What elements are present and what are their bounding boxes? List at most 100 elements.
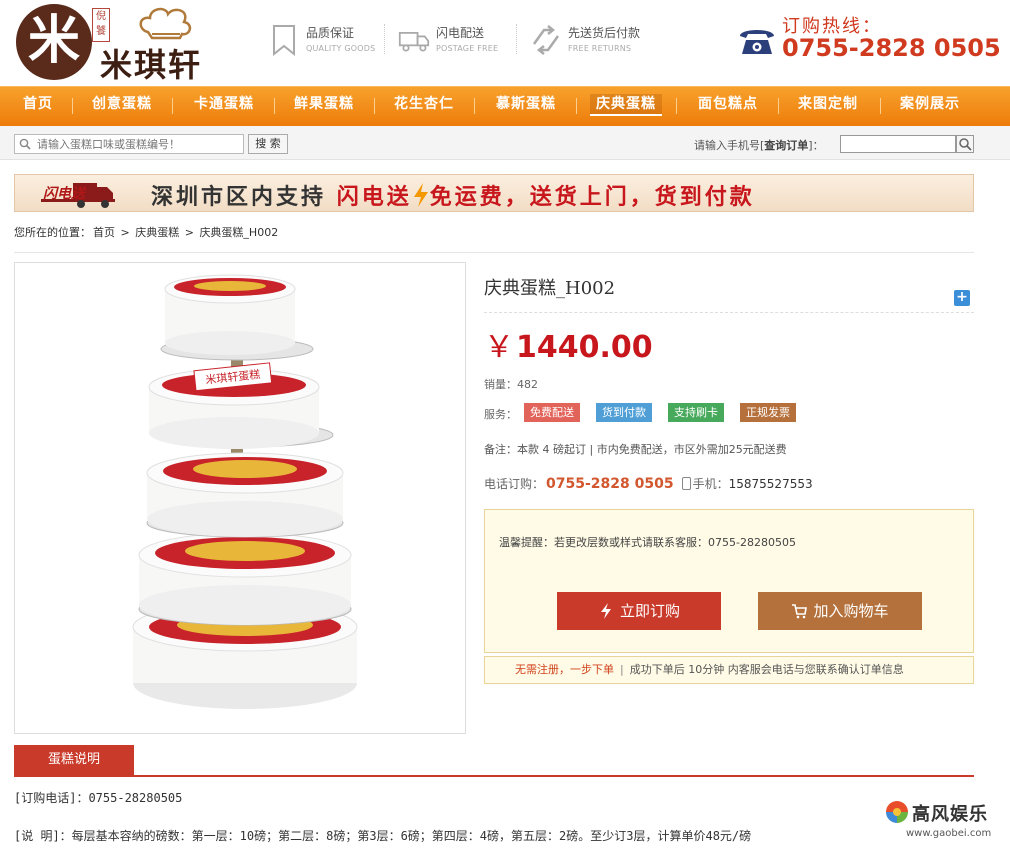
- service-tag-invoice: 正规发票: [740, 403, 796, 422]
- chef-hat-icon: [139, 7, 192, 40]
- telephone-icon: [740, 30, 774, 54]
- mobile-number: 15875527553: [728, 477, 813, 491]
- feature-subtitle: POSTAGE FREE: [436, 44, 499, 53]
- nav-divider: [676, 98, 677, 114]
- feature-title: 品质保证: [306, 26, 355, 40]
- banner-text: 深圳市区内支持 闪电送 免运费，送货上门，货到付款: [151, 183, 755, 210]
- search-icon: [959, 138, 972, 151]
- nav-item-mousse[interactable]: 慕斯蛋糕: [486, 87, 566, 125]
- watermark-url: www.gaobei.com: [906, 828, 992, 839]
- nav-divider: [880, 98, 881, 114]
- order-query-label: 请输入手机号[查询订单]：: [694, 139, 824, 152]
- nav-item-cases[interactable]: 案例展示: [890, 87, 970, 125]
- nav-item-cartoon[interactable]: 卡通蛋糕: [184, 87, 264, 125]
- main-nav: 首页 创意蛋糕 卡通蛋糕 鲜果蛋糕 花生杏仁 慕斯蛋糕 庆典蛋糕 面包糕点 来图…: [0, 86, 1010, 126]
- service-tag-cod: 货到付款: [596, 403, 652, 422]
- watermark-text: 高风娱乐: [912, 804, 988, 825]
- feature-subtitle: QUALITY GOODS: [306, 44, 376, 53]
- nav-divider: [374, 98, 375, 114]
- feature-title: 闪电配送: [436, 26, 485, 40]
- product-title: 庆典蛋糕_H002: [484, 278, 616, 299]
- hotline: 订购热线： 0755-2828 0505: [738, 12, 1001, 68]
- hotline-number: 0755-2828 0505: [782, 34, 1001, 62]
- nav-divider: [474, 98, 475, 114]
- phone-label: 电话订购：: [484, 477, 545, 491]
- search-field[interactable]: [14, 134, 244, 154]
- lightning-icon: [413, 183, 428, 207]
- order-box: 温馨提醒：若更改层数或样式请联系客服：0755-28280505 立即订购 加入…: [484, 509, 974, 653]
- breadcrumb-current: 庆典蛋糕_H002: [199, 226, 279, 239]
- nav-divider: [274, 98, 275, 114]
- breadcrumb-home[interactable]: 首页: [93, 226, 115, 239]
- breadcrumb-prefix: 您所在的位置：: [14, 226, 91, 239]
- nav-divider: [172, 98, 173, 114]
- no-register-text: 无需注册，一步下单: [515, 663, 614, 676]
- divider: [484, 312, 974, 313]
- mobile-label: 手机：: [692, 477, 729, 491]
- breadcrumb-separator: >: [184, 226, 194, 239]
- feature-payment: 先送货后付款 FREE RETURNS: [530, 20, 670, 60]
- tab-cake-description[interactable]: 蛋糕说明: [14, 745, 134, 775]
- feature-subtitle: FREE RETURNS: [568, 44, 632, 53]
- description-phone: [订购电话]：0755-28280505: [14, 791, 183, 805]
- nav-item-custom[interactable]: 来图定制: [788, 87, 868, 125]
- logo-stamp: 倪饕: [92, 8, 110, 42]
- order-note-bar: 无需注册，一步下单 | 成功下单后 10分钟 内客服会电话与您联系确认订单信息: [484, 656, 974, 684]
- truck-text: 闪电送: [43, 186, 85, 202]
- sales-count: 销量：482: [484, 378, 538, 391]
- product-image[interactable]: 米琪轩蛋糕: [14, 262, 466, 734]
- buy-now-button[interactable]: 立即订购: [557, 592, 721, 630]
- nav-item-bread[interactable]: 面包糕点: [688, 87, 768, 125]
- product-note: 备注：本款 4 磅起订 | 市内免费配送，市区外需加25元配送费: [484, 443, 787, 456]
- header: 米 倪饕 米琪轩 品质保证 QUALITY GOODS 闪电配送 POSTAGE…: [0, 0, 1010, 86]
- callback-text: 成功下单后 10分钟 内客服会电话与您联系确认订单信息: [629, 663, 904, 676]
- details-tabs: 蛋糕说明: [14, 745, 974, 777]
- nav-item-fruit[interactable]: 鲜果蛋糕: [284, 87, 364, 125]
- nav-divider: [778, 98, 779, 114]
- product-price: ￥1440.00: [484, 330, 653, 365]
- order-phone: 0755-2828 0505: [546, 476, 674, 492]
- cake-image: 米琪轩蛋糕: [132, 274, 358, 709]
- nav-divider: [72, 98, 73, 114]
- feature-delivery: 闪电配送 POSTAGE FREE: [398, 20, 518, 60]
- mobile-icon: [681, 477, 691, 490]
- service-tag-card: 支持刷卡: [668, 403, 724, 422]
- search-bar: 搜 索 请输入手机号[查询订单]：: [0, 126, 1010, 160]
- watermark: 高风娱乐 www.gaobei.com: [882, 798, 1006, 844]
- delivery-truck-logo: 闪电送: [41, 179, 117, 209]
- divider: [14, 252, 974, 253]
- cart-icon: [792, 604, 808, 619]
- description-text: [说 明]：每层基本容纳的磅数：第一层：10磅；第二层：8磅；第3层：6磅；第四…: [14, 829, 752, 843]
- breadcrumb-separator: >: [120, 226, 130, 239]
- lightning-icon: [600, 603, 611, 619]
- feature-title: 先送货后付款: [568, 26, 641, 40]
- refresh-icon: [532, 25, 560, 55]
- breadcrumb-category[interactable]: 庆典蛋糕: [135, 226, 179, 239]
- feature-divider: [516, 24, 517, 54]
- nav-item-celebration[interactable]: 庆典蛋糕: [586, 87, 666, 125]
- nav-divider: [576, 98, 577, 114]
- truck-icon: [398, 32, 430, 52]
- order-search-button[interactable]: [956, 135, 974, 153]
- tip-text: 温馨提醒：若更改层数或样式请联系客服：0755-28280505: [499, 536, 796, 549]
- site-logo[interactable]: 米 倪饕 米琪轩: [16, 4, 226, 84]
- search-button[interactable]: 搜 索: [248, 134, 288, 154]
- contact-info: 电话订购： 0755-2828 0505 手机：15875527553: [484, 475, 813, 492]
- search-input[interactable]: [37, 136, 237, 152]
- bookmark-icon: [273, 25, 295, 56]
- logo-mark: 米: [16, 4, 92, 80]
- service-label: 服务：: [484, 408, 517, 421]
- nav-item-almond[interactable]: 花生杏仁: [384, 87, 464, 125]
- feature-quality: 品质保证 QUALITY GOODS: [268, 20, 388, 60]
- order-phone-input[interactable]: [840, 135, 956, 153]
- promo-banner[interactable]: 闪电送 深圳市区内支持 闪电送 免运费，送货上门，货到付款: [14, 174, 974, 212]
- share-plus-button[interactable]: +: [954, 290, 970, 306]
- add-to-cart-button[interactable]: 加入购物车: [758, 592, 922, 630]
- watermark-logo-icon: [886, 801, 908, 823]
- nav-item-creative[interactable]: 创意蛋糕: [82, 87, 162, 125]
- service-tag-free-delivery: 免费配送: [524, 403, 580, 422]
- nav-item-home[interactable]: 首页: [12, 87, 64, 125]
- logo-text: 米琪轩: [100, 46, 203, 84]
- breadcrumb: 您所在的位置： 首页 > 庆典蛋糕 > 庆典蛋糕_H002: [14, 224, 280, 240]
- feature-divider: [384, 24, 385, 54]
